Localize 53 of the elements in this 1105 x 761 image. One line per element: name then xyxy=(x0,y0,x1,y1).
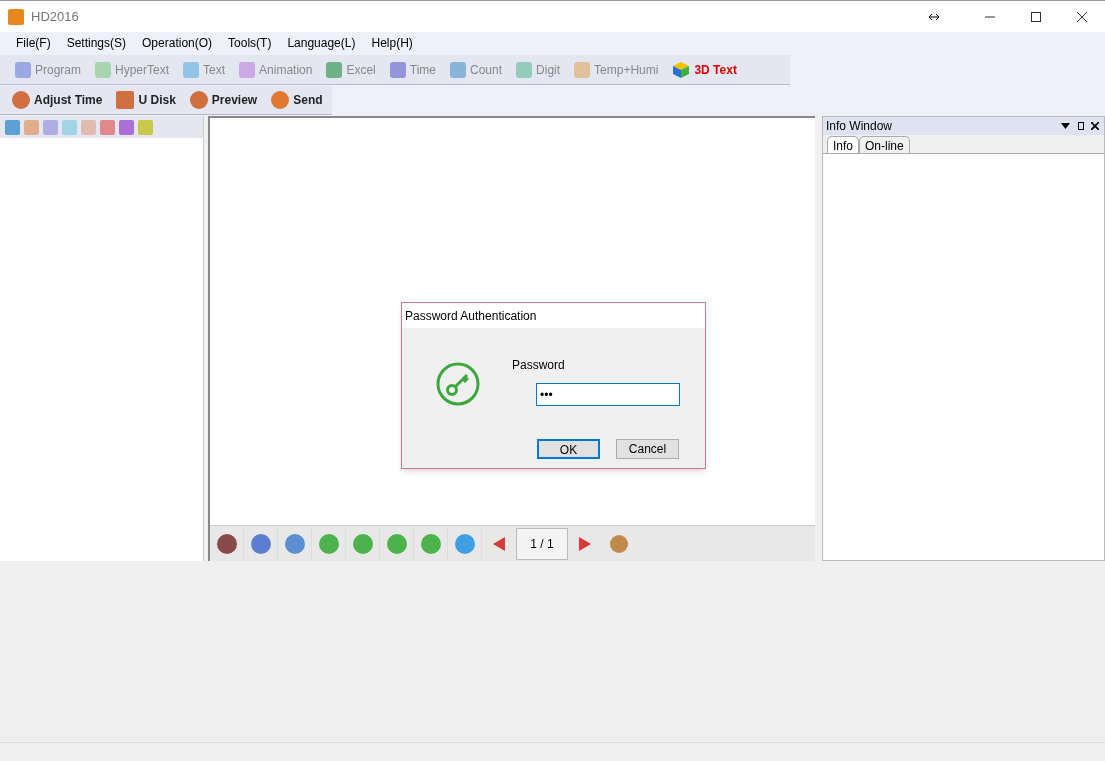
tool-icon[interactable] xyxy=(81,119,96,135)
left-triangle-icon xyxy=(493,536,505,551)
tool-icon[interactable] xyxy=(138,119,153,135)
password-field[interactable]: ••• xyxy=(536,383,680,406)
toolbar-button[interactable]: Send xyxy=(269,91,325,109)
close-icon xyxy=(1091,122,1099,130)
menu-item[interactable]: Settings(S) xyxy=(58,34,135,52)
tool-icon xyxy=(15,61,31,78)
tool-icon xyxy=(95,61,111,78)
tool-icon xyxy=(183,61,200,78)
tool-icon[interactable] xyxy=(62,119,77,135)
menu-item[interactable]: Operation(O) xyxy=(134,34,221,52)
tool-icon xyxy=(189,91,208,109)
tool-icon xyxy=(574,61,591,78)
tool-icon xyxy=(326,61,343,78)
tool-icon[interactable] xyxy=(119,119,134,135)
panel-title: Info Window xyxy=(826,118,893,135)
tool-icon xyxy=(389,61,406,78)
menu-item[interactable]: File(F) xyxy=(8,34,59,52)
menu-item[interactable]: Tools(T) xyxy=(220,34,280,52)
window-title: HD2016 xyxy=(31,7,79,26)
dialog-button[interactable]: Cancel xyxy=(616,439,679,459)
tool-icon xyxy=(12,91,30,109)
tool-icon xyxy=(271,91,290,109)
tool-icon[interactable] xyxy=(100,119,115,135)
tool-icon xyxy=(450,61,466,78)
panel-tab[interactable]: Info xyxy=(827,136,859,153)
toolbar-button[interactable]: Adjust Time xyxy=(10,91,105,109)
panel-tab[interactable]: On-line xyxy=(859,136,910,153)
password-label: Password xyxy=(512,357,566,374)
cube-icon xyxy=(672,60,691,79)
toolbar-button[interactable]: Preview xyxy=(187,91,260,109)
close-icon xyxy=(1077,11,1087,22)
tool-icon[interactable] xyxy=(43,119,58,135)
key-icon xyxy=(436,362,480,406)
maximize-icon xyxy=(1031,11,1041,22)
dialog-button[interactable]: OK xyxy=(537,439,600,459)
app-logo-icon xyxy=(8,8,24,25)
tool-icon[interactable] xyxy=(24,119,39,135)
tool-icon xyxy=(239,61,256,78)
tool-icon[interactable] xyxy=(5,119,20,135)
pin-icon xyxy=(1078,122,1084,130)
tool-icon xyxy=(516,61,533,78)
toolbar-button[interactable]: U Disk xyxy=(114,91,178,109)
tool-icon xyxy=(116,91,135,109)
toolbar-button[interactable]: 3D Text xyxy=(669,60,740,79)
page-indicator: 1 / 1 xyxy=(516,527,568,560)
right-triangle-icon xyxy=(579,536,591,551)
dropdown-icon xyxy=(1061,123,1070,129)
menu-item[interactable]: Language(L) xyxy=(279,34,364,52)
dialog-title: Password Authentication xyxy=(405,307,537,325)
menu-item[interactable]: Help(H) xyxy=(363,34,421,52)
resize-icon xyxy=(928,13,939,20)
